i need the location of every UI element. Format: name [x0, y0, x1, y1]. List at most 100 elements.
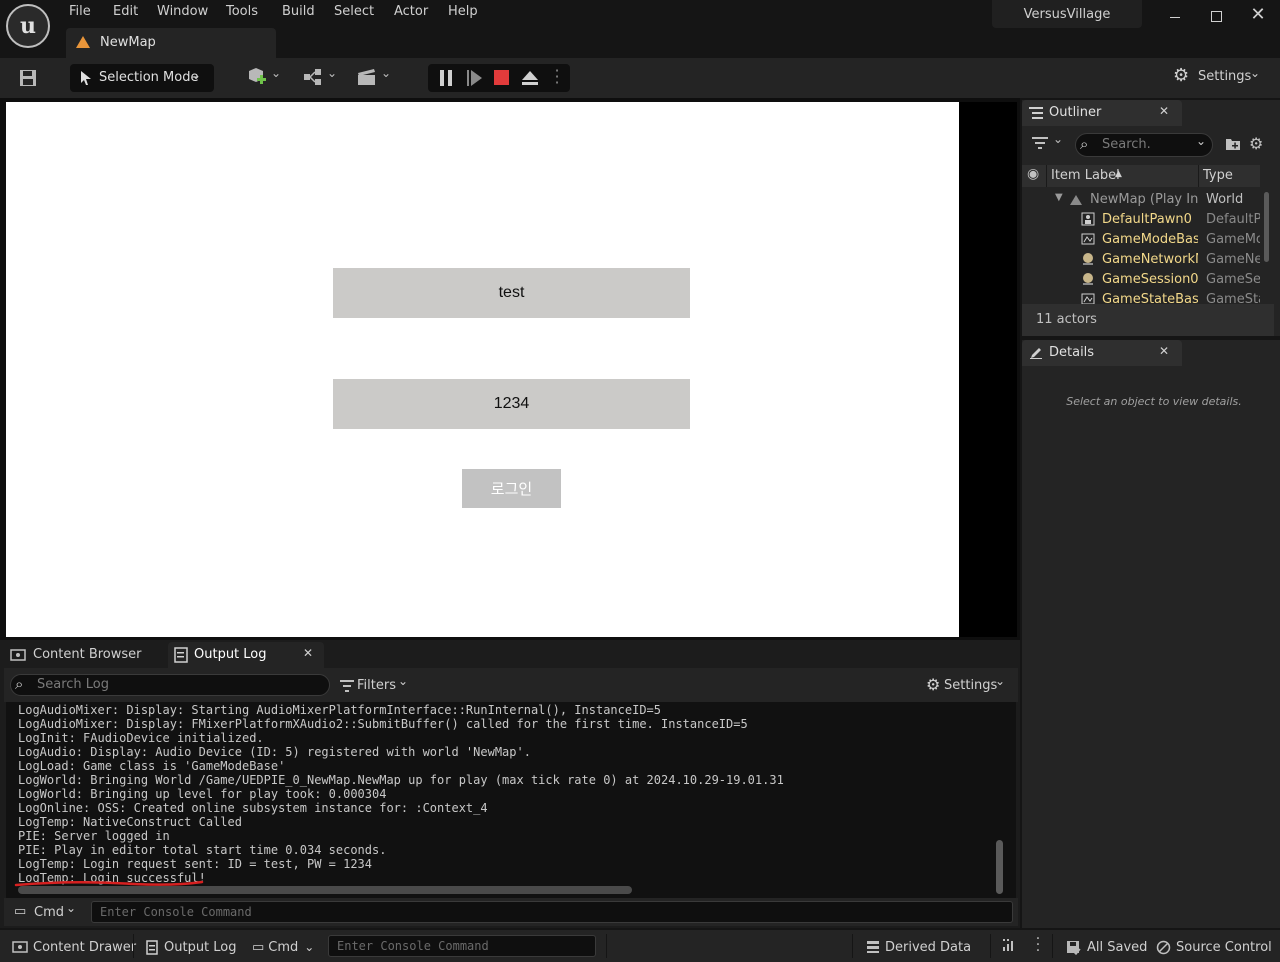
outliner-filter-button[interactable]: ⌄ [1032, 132, 1066, 154]
details-empty-message: Select an object to view details. [1066, 395, 1242, 408]
all-saved-button[interactable]: All Saved [1066, 934, 1147, 960]
unreal-logo[interactable]: u [6, 4, 50, 48]
divider [990, 934, 991, 958]
actor-sphere-icon [1083, 273, 1093, 285]
log-search-input[interactable]: ⌕ Search Log [10, 674, 330, 696]
chevron-down-icon: ⌄ [304, 940, 315, 954]
derived-data-button[interactable]: Derived Data [866, 934, 971, 960]
log-horizontal-scrollbar[interactable] [18, 886, 632, 894]
settings-label: Settings [1198, 69, 1252, 84]
outliner-row-gamemode[interactable]: GameModeBase GameMo [1024, 230, 1260, 250]
menu-edit[interactable]: Edit [113, 4, 138, 19]
terminal-icon: ▭ [252, 939, 265, 955]
outliner-settings-button[interactable]: ⚙ [1249, 134, 1265, 153]
content-drawer-button[interactable]: Content Drawer [12, 934, 136, 960]
chevron-down-icon: ⌄ [271, 66, 282, 80]
outliner-row-gamenetwork[interactable]: GameNetworkMa GameNet [1024, 250, 1260, 270]
expand-arrow-icon[interactable]: ▼ [1055, 192, 1063, 203]
outliner-row-type: GameMo [1206, 232, 1260, 247]
status-more-icon[interactable]: · · · [1034, 932, 1042, 958]
blueprint-button[interactable]: ⌄ [302, 66, 338, 90]
close-icon[interactable]: ✕ [1159, 104, 1169, 118]
log-filters-button[interactable]: Filters ⌄ [340, 674, 412, 696]
outliner-row-type: GameSta [1206, 292, 1260, 304]
log-settings-button[interactable]: ⚙ Settings ⌄ [926, 674, 1010, 696]
divider [852, 934, 853, 958]
menu-tools[interactable]: Tools [226, 4, 258, 19]
menu-help[interactable]: Help [448, 4, 478, 19]
outliner-row-defaultpawn[interactable]: DefaultPawn0 DefaultPa [1024, 210, 1260, 230]
console-command-input[interactable]: Enter Console Command [91, 901, 1013, 923]
column-header-item-label[interactable]: Item Label [1051, 168, 1120, 183]
login-button[interactable]: 로그인 [462, 469, 561, 508]
close-icon[interactable]: ✕ [303, 646, 313, 660]
password-input-value: 1234 [493, 395, 530, 412]
chevron-down-icon: ⌄ [1196, 134, 1207, 148]
outliner-row-label: GameSession0 [1102, 272, 1198, 287]
menu-window[interactable]: Window [157, 4, 208, 19]
tab-output-log[interactable]: Output Log ✕ [168, 642, 324, 668]
details-tab[interactable]: Details ✕ [1022, 340, 1182, 366]
maximize-button[interactable] [1208, 6, 1226, 26]
add-actor-button[interactable]: ⌄ [246, 66, 282, 90]
password-input-field[interactable]: 1234 [333, 379, 690, 429]
column-header-type[interactable]: Type [1203, 168, 1233, 183]
project-name: VersusVillage [1023, 6, 1111, 22]
close-icon[interactable]: ✕ [1159, 344, 1169, 358]
outliner-search-input[interactable]: ⌕ Search. ⌄ [1075, 133, 1213, 157]
source-control-button[interactable]: Source Control [1156, 934, 1272, 960]
outliner-row-type: GameNet [1206, 252, 1260, 267]
id-input-field[interactable]: test [333, 268, 690, 318]
status-output-log-button[interactable]: Output Log [146, 934, 237, 960]
menu-actor[interactable]: Actor [394, 4, 428, 19]
play-options-icon[interactable]: · · · [552, 63, 562, 91]
log-line: LogOnline: OSS: Created online subsystem… [18, 801, 488, 815]
status-console-input[interactable]: Enter Console Command [328, 935, 596, 957]
pencil-icon [1030, 348, 1042, 359]
blueprint-icon [304, 69, 321, 85]
outliner-row-label: GameStateBase( [1102, 292, 1198, 304]
menu-select[interactable]: Select [334, 4, 374, 19]
minimize-button[interactable] [1166, 6, 1184, 26]
save-button[interactable] [16, 66, 40, 90]
log-settings-label: Settings [944, 678, 998, 693]
status-output-log-label: Output Log [164, 939, 237, 955]
cmd-dropdown[interactable]: ▭ Cmd ⌄ [14, 901, 84, 923]
selection-mode-dropdown[interactable]: Selection Mode ⌄ [70, 64, 214, 92]
outliner-tab[interactable]: Outliner ✕ [1022, 100, 1182, 126]
content-browser-icon [12, 941, 28, 953]
chevron-down-icon: ⌄ [381, 66, 392, 80]
cinematics-button[interactable]: ⌄ [356, 66, 392, 90]
stop-button[interactable] [494, 69, 510, 85]
search-icon: ⌕ [1080, 135, 1089, 153]
outliner-row-world[interactable]: ▼ NewMap (Play In E World [1024, 190, 1260, 210]
status-cmd-dropdown[interactable]: ▭ Cmd ⌄ [252, 934, 314, 960]
filter-icon [1032, 137, 1048, 149]
eject-button[interactable] [520, 68, 540, 88]
actor-sphere-icon [1083, 253, 1093, 265]
tab-content-browser[interactable]: Content Browser [4, 642, 164, 668]
log-line: PIE: Server logged in [18, 829, 170, 843]
filter-icon [340, 680, 354, 692]
menu-file[interactable]: File [69, 4, 91, 19]
menu-build[interactable]: Build [282, 4, 315, 19]
log-vertical-scrollbar[interactable] [996, 840, 1003, 894]
game-viewport[interactable]: test 1234 로그인 [6, 102, 959, 637]
divider [606, 934, 607, 958]
close-window-button[interactable]: ✕ [1248, 4, 1268, 26]
log-line: LogWorld: Bringing up level for play too… [18, 787, 387, 801]
outliner-row-gamestate[interactable]: GameStateBase( GameSta [1024, 290, 1260, 304]
step-frame-button[interactable] [466, 69, 484, 87]
outliner-title: Outliner [1049, 105, 1102, 120]
content-drawer-label: Content Drawer [33, 939, 137, 955]
outliner-row-gamesession[interactable]: GameSession0 GameSes [1024, 270, 1260, 290]
trace-button[interactable] [1002, 938, 1018, 954]
settings-button[interactable]: ⚙ Settings ⌄ [1172, 65, 1264, 90]
outliner-scrollbar[interactable] [1264, 192, 1269, 262]
tab-newmap[interactable]: NewMap [66, 28, 276, 58]
pause-button[interactable] [438, 69, 456, 87]
add-folder-button[interactable] [1225, 137, 1241, 153]
eye-icon[interactable]: ◉ [1027, 166, 1039, 182]
status-console-placeholder: Enter Console Command [337, 939, 489, 953]
outliner-row-label: GameModeBase [1102, 232, 1198, 247]
